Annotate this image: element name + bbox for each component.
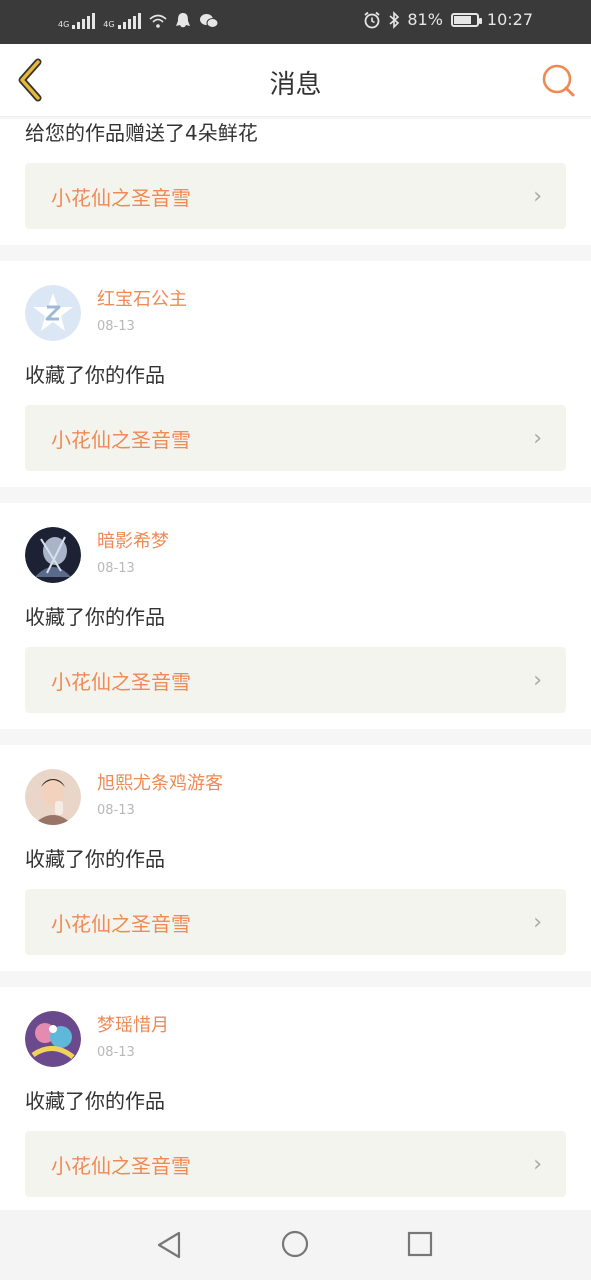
message-card: 旭熙尤条鸡游客 08-13 收藏了你的作品 小花仙之圣音雪 › — [0, 745, 591, 971]
z-logo-avatar-icon — [25, 285, 81, 341]
user-row: 暗影希梦 08-13 — [25, 503, 566, 583]
wechat-icon — [199, 14, 219, 28]
user-info: 梦瑶惜月 08-13 — [97, 1014, 169, 1064]
wifi-icon — [149, 14, 167, 28]
avatar[interactable] — [25, 769, 81, 825]
work-link[interactable]: 小花仙之圣音雪 › — [25, 405, 566, 471]
alarm-icon — [364, 11, 380, 28]
status-right: 81% 10:27 — [363, 10, 533, 29]
photo-person-avatar-icon — [25, 769, 81, 825]
triangle-back-icon — [157, 1231, 181, 1259]
username[interactable]: 暗影希梦 — [97, 530, 169, 554]
chevron-right-icon: › — [533, 183, 542, 209]
chevron-right-icon: › — [533, 909, 542, 935]
user-info: 红宝石公主 08-13 — [97, 288, 187, 338]
message-card: 给您的作品赠送了4朵鲜花 小花仙之圣音雪 › — [0, 119, 591, 245]
anime-colorful-avatar-icon — [25, 1011, 81, 1067]
message-text: 收藏了你的作品 — [25, 1089, 165, 1113]
message-text: 收藏了你的作品 — [25, 363, 165, 387]
system-nav-bar — [0, 1210, 591, 1280]
battery-percent: 81% — [407, 10, 443, 29]
network-type-2: 4G — [103, 20, 115, 29]
message-feed[interactable]: 给您的作品赠送了4朵鲜花 小花仙之圣音雪 › 红宝石公主 08-13 收藏了你的… — [0, 117, 591, 1210]
circle-home-icon — [281, 1230, 309, 1258]
header: 消息 — [0, 44, 591, 117]
qq-icon — [175, 13, 190, 28]
work-title: 小花仙之圣音雪 — [51, 911, 191, 936]
message-card: 暗影希梦 08-13 收藏了你的作品 小花仙之圣音雪 › — [0, 503, 591, 729]
work-link[interactable]: 小花仙之圣音雪 › — [25, 647, 566, 713]
bluetooth-icon — [389, 10, 400, 29]
work-title: 小花仙之圣音雪 — [51, 427, 191, 452]
divider — [0, 245, 591, 261]
avatar[interactable] — [25, 527, 81, 583]
message-card: 梦瑶惜月 08-13 收藏了你的作品 小花仙之圣音雪 › — [0, 987, 591, 1210]
message-card: 红宝石公主 08-13 收藏了你的作品 小花仙之圣音雪 › — [0, 261, 591, 487]
chevron-right-icon: › — [533, 425, 542, 451]
status-left: 4G 4G — [58, 12, 219, 30]
message-date: 08-13 — [97, 561, 135, 576]
username[interactable]: 梦瑶惜月 — [97, 1014, 169, 1038]
user-row: 红宝石公主 08-13 — [25, 261, 566, 341]
status-bar: 4G 4G 81% 10:27 — [0, 0, 591, 44]
signal-icon: 4G — [58, 13, 96, 29]
anime-dark-avatar-icon — [25, 527, 81, 583]
user-info: 暗影希梦 08-13 — [97, 530, 169, 580]
battery-fill — [453, 15, 472, 24]
message-date: 08-13 — [97, 1045, 135, 1060]
divider — [0, 971, 591, 987]
avatar[interactable] — [25, 285, 81, 341]
work-link[interactable]: 小花仙之圣音雪 › — [25, 163, 566, 229]
work-link[interactable]: 小花仙之圣音雪 › — [25, 1131, 566, 1197]
divider — [0, 729, 591, 745]
nav-back-button[interactable] — [155, 1230, 183, 1260]
message-text: 收藏了你的作品 — [25, 847, 165, 871]
chevron-right-icon: › — [533, 1151, 542, 1177]
user-row: 旭熙尤条鸡游客 08-13 — [25, 745, 566, 825]
signal-icon-2: 4G — [103, 13, 141, 29]
username[interactable]: 红宝石公主 — [97, 288, 187, 312]
work-link[interactable]: 小花仙之圣音雪 › — [25, 889, 566, 955]
divider — [0, 487, 591, 503]
message-text: 给您的作品赠送了4朵鲜花 — [25, 121, 258, 145]
network-type-1: 4G — [58, 20, 70, 29]
clock: 10:27 — [486, 10, 533, 29]
square-recent-icon — [407, 1231, 433, 1257]
user-row: 梦瑶惜月 08-13 — [25, 987, 566, 1067]
avatar[interactable] — [25, 1011, 81, 1067]
nav-home-button[interactable] — [281, 1230, 309, 1258]
message-date: 08-13 — [97, 803, 135, 818]
nav-recent-button[interactable] — [407, 1231, 433, 1257]
message-text: 收藏了你的作品 — [25, 605, 165, 629]
work-title: 小花仙之圣音雪 — [51, 669, 191, 694]
work-title: 小花仙之圣音雪 — [51, 185, 191, 210]
page-title: 消息 — [269, 70, 322, 100]
search-icon — [542, 64, 575, 97]
battery-icon — [450, 12, 482, 27]
work-title: 小花仙之圣音雪 — [51, 1153, 191, 1178]
username[interactable]: 旭熙尤条鸡游客 — [97, 772, 223, 796]
chevron-right-icon: › — [533, 667, 542, 693]
user-info: 旭熙尤条鸡游客 08-13 — [97, 772, 223, 822]
message-date: 08-13 — [97, 319, 135, 334]
search-button[interactable] — [541, 62, 577, 98]
